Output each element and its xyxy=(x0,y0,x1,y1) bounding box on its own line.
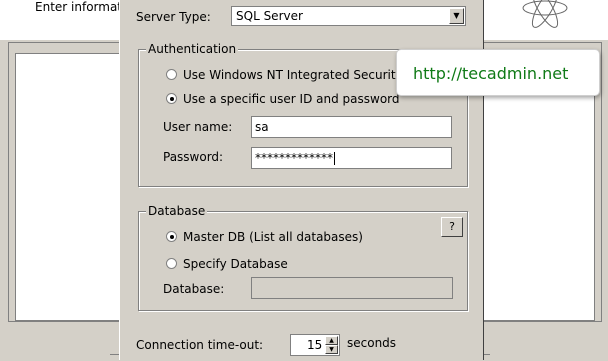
url-tooltip: http://tecadmin.net xyxy=(396,49,600,96)
master-db-label[interactable]: Master DB (List all databases) xyxy=(183,230,363,244)
radio-specify-database[interactable] xyxy=(166,258,177,269)
password-field[interactable]: ************* xyxy=(251,147,452,169)
database-name-label: Database: xyxy=(163,282,225,296)
password-text: ************* xyxy=(255,151,335,165)
server-type-label: Server Type: xyxy=(136,10,211,24)
timeout-label: Connection time-out: xyxy=(136,338,264,352)
password-value: ************* xyxy=(255,151,333,165)
stepper-down-icon[interactable]: ▼ xyxy=(325,345,338,354)
stepper-controls: ▲ ▼ xyxy=(325,336,338,354)
username-value: sa xyxy=(255,120,269,134)
timeout-value: 15 xyxy=(307,338,323,352)
timeout-stepper[interactable]: 15 ▲ ▼ xyxy=(290,334,340,356)
timeout-unit-label: seconds xyxy=(347,336,397,350)
help-button[interactable]: ? xyxy=(441,217,463,237)
background-instruction-text: Enter informati xyxy=(35,0,126,14)
radio-specific-user[interactable] xyxy=(166,93,177,104)
username-field[interactable]: sa xyxy=(251,116,452,138)
server-type-value: SQL Server xyxy=(236,9,303,23)
dropdown-arrow-icon[interactable]: ▼ xyxy=(449,8,464,24)
stepper-up-icon[interactable]: ▲ xyxy=(325,336,338,345)
specific-user-label[interactable]: Use a specific user ID and password xyxy=(183,92,400,106)
radio-nt-security[interactable] xyxy=(166,69,177,80)
database-group-title: Database xyxy=(146,204,208,218)
server-type-select[interactable]: SQL Server ▼ xyxy=(231,6,466,26)
database-name-field[interactable] xyxy=(251,277,453,299)
username-label: User name: xyxy=(163,120,233,134)
nt-security-label[interactable]: Use Windows NT Integrated Security xyxy=(183,68,403,82)
specify-database-label[interactable]: Specify Database xyxy=(183,257,288,271)
authentication-group-title: Authentication xyxy=(146,42,239,56)
atom-logo-icon xyxy=(522,0,568,28)
text-cursor xyxy=(334,152,335,165)
radio-master-db[interactable] xyxy=(166,231,177,242)
password-label: Password: xyxy=(163,150,224,164)
url-tooltip-text: http://tecadmin.net xyxy=(413,64,569,83)
